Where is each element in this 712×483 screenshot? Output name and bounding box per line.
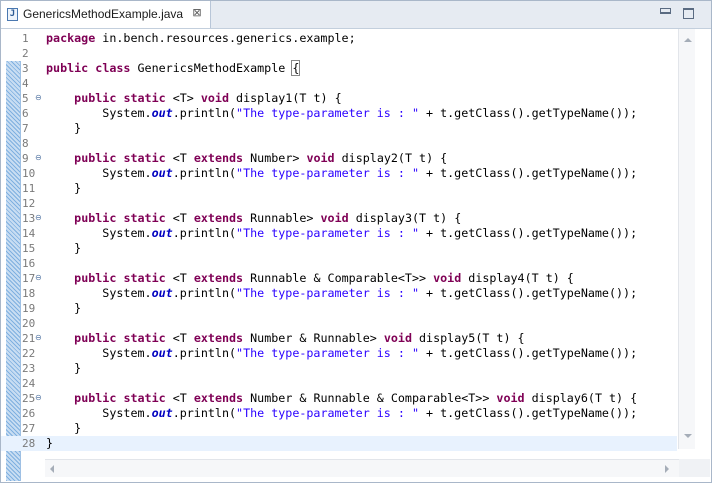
vertical-scrollbar[interactable]	[678, 29, 696, 449]
line-number: 20	[22, 317, 36, 330]
code-text: System.out.println("The type-parameter i…	[46, 286, 638, 300]
code-line[interactable]: 18 System.out.println("The type-paramete…	[1, 286, 677, 301]
code-line[interactable]: 28}	[1, 436, 677, 451]
tab-title: GenericsMethodExample.java	[23, 7, 184, 21]
code-line[interactable]: 3 public class GenericsMethodExample {	[1, 60, 677, 76]
code-line[interactable]: 12	[1, 196, 677, 211]
code-line[interactable]: 22 System.out.println("The type-paramete…	[1, 346, 677, 361]
code-line[interactable]: 13 ⊖ public static <T extends Runnable> v…	[1, 211, 677, 226]
code-text: }	[46, 121, 82, 135]
line-number: 8	[22, 137, 29, 150]
code-line[interactable]: 15 }	[1, 241, 677, 256]
code-text: public static <T extends Number & Runnab…	[74, 391, 638, 405]
code-text: public static <T extends Number & Runnab…	[74, 331, 525, 345]
code-line[interactable]: 2	[1, 46, 677, 61]
code-text: System.out.println("The type-parameter i…	[46, 166, 638, 180]
tab-generics-method-example[interactable]: J GenericsMethodExample.java ⊠	[1, 1, 211, 28]
fold-collapse-icon[interactable]: ⊖	[35, 214, 43, 222]
code-line[interactable]: 4	[1, 76, 677, 91]
code-text: public static <T extends Runnable> void …	[74, 211, 462, 225]
code-editor[interactable]: 1 package in.bench.resources.generics.exa…	[1, 29, 711, 482]
scroll-up-icon[interactable]	[684, 38, 692, 42]
maximize-icon[interactable]	[683, 8, 694, 19]
minimize-icon[interactable]	[660, 8, 671, 14]
code-line[interactable]: 9 ⊖ public static <T extends Number> void…	[1, 151, 677, 166]
line-number: 16	[22, 257, 36, 270]
scroll-left-icon[interactable]	[50, 465, 54, 473]
code-text: System.out.println("The type-parameter i…	[46, 406, 638, 420]
code-text: System.out.println("The type-parameter i…	[46, 226, 638, 240]
code-text: System.out.println("The type-parameter i…	[46, 106, 638, 120]
line-number: 2	[22, 47, 29, 60]
code-line[interactable]: 14 System.out.println("The type-paramete…	[1, 226, 677, 241]
line-number: 11	[22, 182, 36, 195]
code-text: }	[46, 181, 82, 195]
fold-collapse-icon[interactable]: ⊖	[35, 94, 43, 102]
line-number: 4	[22, 77, 29, 90]
fold-collapse-icon[interactable]: ⊖	[35, 334, 43, 342]
code-line[interactable]: 19 }	[1, 301, 677, 316]
code-line[interactable]: 6 System.out.println("The type-parameter…	[1, 106, 677, 121]
code-line[interactable]: 8	[1, 136, 677, 151]
close-icon[interactable]: ⊠	[191, 7, 203, 19]
overview-ruler	[695, 29, 710, 449]
code-line[interactable]: 25 ⊖ public static <T extends Number & Ru…	[1, 391, 677, 406]
line-number: 6	[22, 107, 29, 120]
line-number: 10	[22, 167, 36, 180]
line-number: 7	[22, 122, 29, 135]
code-line[interactable]: 20	[1, 316, 677, 331]
line-number: 19	[22, 302, 36, 315]
code-text: public class GenericsMethodExample {	[46, 60, 301, 76]
code-line[interactable]: 5 ⊖ public static <T> void display1(T t) …	[1, 91, 677, 106]
editor-window: J GenericsMethodExample.java ⊠ 1 package …	[0, 0, 712, 483]
fold-collapse-icon[interactable]: ⊖	[35, 274, 43, 282]
horizontal-scrollbar[interactable]	[45, 459, 679, 477]
code-text: }	[46, 241, 82, 255]
code-text: public static <T extends Runnable & Comp…	[74, 271, 574, 285]
code-text: }	[46, 301, 82, 315]
fold-collapse-icon[interactable]: ⊖	[35, 394, 43, 402]
line-number: 18	[22, 287, 36, 300]
code-line[interactable]: 1 package in.bench.resources.generics.exa…	[1, 31, 677, 46]
fold-collapse-icon[interactable]: ⊖	[35, 154, 43, 162]
line-number: 14	[22, 227, 36, 240]
code-line[interactable]: 17 ⊖ public static <T extends Runnable & …	[1, 271, 677, 286]
line-number: 3	[22, 62, 29, 75]
code-line[interactable]: 16	[1, 256, 677, 271]
scrollbar-corner	[679, 459, 710, 477]
code-line[interactable]: 24	[1, 376, 677, 391]
code-text: public static <T extends Number> void di…	[74, 151, 448, 165]
code-line[interactable]: 10 System.out.println("The type-paramete…	[1, 166, 677, 181]
code-line[interactable]: 21 ⊖ public static <T extends Number & Ru…	[1, 331, 677, 346]
line-number: 12	[22, 197, 36, 210]
line-number: 15	[22, 242, 36, 255]
line-number: 24	[22, 377, 36, 390]
code-text: public static <T> void display1(T t) {	[74, 91, 342, 105]
code-line[interactable]: 27 }	[1, 421, 677, 436]
code-text: }	[46, 436, 54, 450]
line-number: 1	[22, 32, 29, 45]
code-text: }	[46, 361, 82, 375]
code-line[interactable]: 7 }	[1, 121, 677, 136]
line-number: 23	[22, 362, 36, 375]
code-text: System.out.println("The type-parameter i…	[46, 346, 638, 360]
line-number: 28	[22, 437, 36, 450]
scroll-right-icon[interactable]	[665, 465, 669, 473]
line-number: 27	[22, 422, 36, 435]
code-line[interactable]: 23 }	[1, 361, 677, 376]
line-number: 22	[22, 347, 36, 360]
code-line[interactable]: 11 }	[1, 181, 677, 196]
editor-tab-bar: J GenericsMethodExample.java ⊠	[1, 1, 711, 29]
java-file-icon: J	[7, 8, 18, 21]
code-text: }	[46, 421, 82, 435]
code-text: package in.bench.resources.generics.exam…	[46, 31, 356, 45]
line-number: 26	[22, 407, 36, 420]
code-line[interactable]: 26 System.out.println("The type-paramete…	[1, 406, 677, 421]
scroll-down-icon[interactable]	[684, 434, 692, 438]
